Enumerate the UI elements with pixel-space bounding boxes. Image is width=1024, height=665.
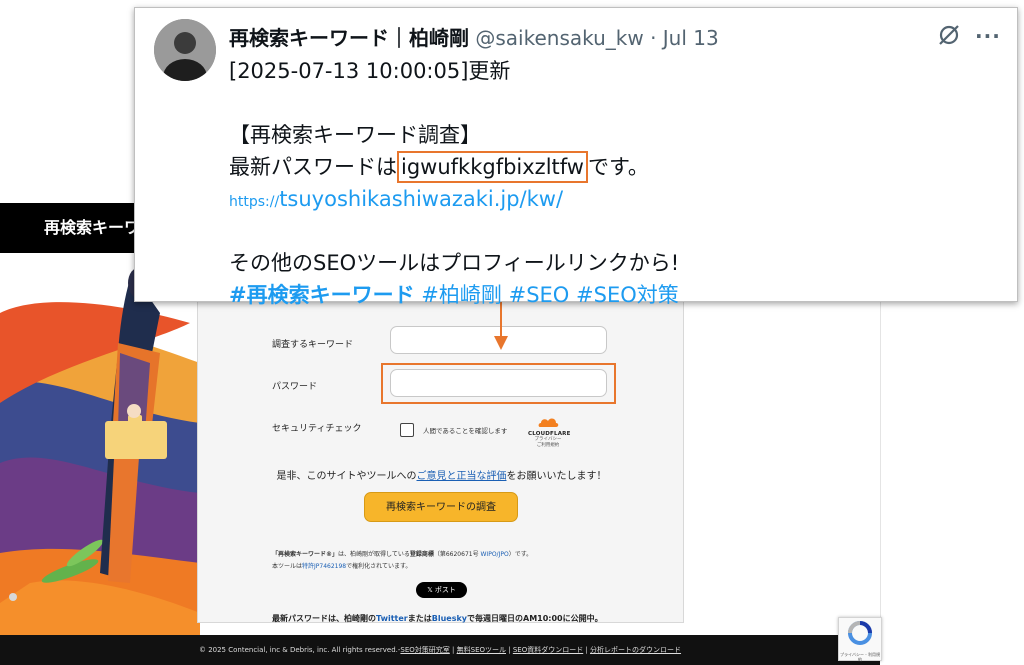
password-prefix: 最新パスワードは bbox=[229, 155, 397, 179]
keyword-label: 調査するキーワード bbox=[272, 340, 354, 350]
feedback-prefix: 是非、このサイトやツールへの bbox=[276, 471, 417, 482]
x-post-button[interactable]: 𝕏 ポスト bbox=[416, 582, 467, 598]
footer-link-seo-docs[interactable]: SEO資料ダウンロード bbox=[513, 646, 583, 654]
more-icon[interactable]: ··· bbox=[975, 24, 1001, 48]
patent-suffix: で権利化されています。 bbox=[346, 563, 412, 570]
site-footer: © 2025 Contencial, inc & Debris, inc. Al… bbox=[0, 635, 880, 665]
cloudflare-icon bbox=[538, 418, 559, 427]
bluesky-link[interactable]: Bluesky bbox=[432, 614, 467, 623]
trademark-text: は、柏崎剛が取得している bbox=[338, 551, 410, 558]
recaptcha-badge[interactable]: プライバシー - 利用規約 bbox=[838, 617, 882, 662]
author-name[interactable]: 再検索キーワード｜柏崎剛 bbox=[229, 26, 469, 50]
password-highlight: igwufkkgfbixzltfw bbox=[397, 151, 588, 183]
notice-or: または bbox=[407, 614, 432, 623]
trademark-registered: 登録商標 bbox=[409, 551, 434, 558]
recaptcha-text: プライバシー - 利用規約 bbox=[840, 652, 880, 662]
wipo-link[interactable]: WIPO/JPO bbox=[481, 551, 509, 558]
tweet-date[interactable]: · Jul 13 bbox=[650, 26, 719, 50]
patent-link[interactable]: 特許JP7462198 bbox=[302, 563, 346, 570]
link-url: tsuyoshikashiwazaki.jp/kw/ bbox=[279, 187, 564, 211]
hashtag-saikensaku[interactable]: #再検索キーワード bbox=[229, 283, 415, 307]
cloudflare-terms-link[interactable]: ご利用規約 bbox=[528, 443, 568, 449]
author-handle[interactable]: @saikensaku_kw bbox=[475, 26, 643, 50]
hashtag-kashiwazaki[interactable]: #柏崎剛 bbox=[421, 283, 502, 307]
tweet-card: 再検索キーワード｜柏崎剛 @saikensaku_kw · Jul 13 ···… bbox=[134, 7, 1018, 307]
footer-link-free-tools[interactable]: 無料SEOツール bbox=[457, 646, 506, 654]
cloudflare-logo: CLOUDFLARE プライバシー ご利用規約 bbox=[528, 416, 570, 449]
trademark-end: ）です。 bbox=[508, 551, 533, 558]
search-form-panel: 調査するキーワード パスワード セキュリティチェック 人間であることを確認します… bbox=[197, 300, 684, 623]
tweet-link[interactable]: https://tsuyoshikashiwazaki.jp/kw/ bbox=[229, 187, 563, 211]
patent-prefix: 本ツールは bbox=[272, 563, 303, 570]
avatar[interactable] bbox=[154, 19, 216, 81]
feedback-link[interactable]: ご意見と正当な評価 bbox=[417, 471, 507, 482]
feedback-request: 是非、このサイトやツールへのご意見と正当な評価をお願いいたします！ bbox=[198, 467, 685, 482]
recaptcha-icon bbox=[848, 621, 872, 645]
footer-copyright: © 2025 Contencial, inc & Debris, inc. Al… bbox=[198, 646, 401, 654]
tweet-body: [2025-07-13 10:00:05]更新 【再検索キーワード調査】 最新パ… bbox=[229, 55, 679, 311]
trademark-name: 「再検索キーワード®」 bbox=[272, 551, 339, 558]
password-suffix: です。 bbox=[587, 155, 649, 179]
footer-link-reports[interactable]: 分析レポートのダウンロード bbox=[590, 646, 681, 654]
feedback-suffix: をお願いいたします！ bbox=[506, 471, 607, 482]
hashtag-seo-taisaku[interactable]: #SEO対策 bbox=[576, 283, 679, 307]
grok-icon[interactable] bbox=[937, 23, 961, 47]
security-check-label: セキュリティチェック bbox=[272, 424, 362, 434]
link-protocol: https:// bbox=[229, 194, 280, 210]
notice-prefix: 最新パスワードは、柏崎剛の bbox=[272, 614, 376, 623]
trademark-number: （第6620671号 bbox=[433, 551, 481, 558]
other-tools-line: その他のSEOツールはプロフィールリンクから! bbox=[229, 251, 680, 275]
password-value: igwufkkgfbixzltfw bbox=[401, 155, 584, 179]
tweet-header: 再検索キーワード｜柏崎剛 @saikensaku_kw · Jul 13 bbox=[229, 22, 719, 51]
captcha-text: 人間であることを確認します bbox=[423, 427, 508, 435]
search-submit-button[interactable]: 再検索キーワードの調査 bbox=[364, 492, 518, 522]
hashtag-seo[interactable]: #SEO bbox=[509, 283, 570, 307]
hero-illustration bbox=[0, 253, 200, 635]
timestamp-line: [2025-07-13 10:00:05]更新 bbox=[229, 59, 511, 83]
footer-link-seo-lab[interactable]: SEO対策研究室 bbox=[400, 646, 449, 654]
site-banner-title: 再検索キーワード bbox=[44, 218, 140, 237]
notice-suffix: で毎週日曜日のAM10:00に公開中。 bbox=[467, 614, 603, 623]
password-label: パスワード bbox=[272, 382, 318, 392]
captcha-checkbox[interactable] bbox=[400, 423, 414, 437]
tweet-title: 【再検索キーワード調査】 bbox=[229, 123, 481, 147]
site-banner: 再検索キーワード bbox=[0, 203, 140, 253]
twitter-link[interactable]: Twitter bbox=[376, 614, 408, 623]
password-notice: 最新パスワードは、柏崎剛のTwitterまたはBlueskyで毎週日曜日のAM1… bbox=[272, 613, 603, 624]
content-divider bbox=[880, 253, 881, 635]
trademark-notice: 「再検索キーワード®」は、柏崎剛が取得している登録商標（第6620671号 WI… bbox=[272, 549, 532, 573]
